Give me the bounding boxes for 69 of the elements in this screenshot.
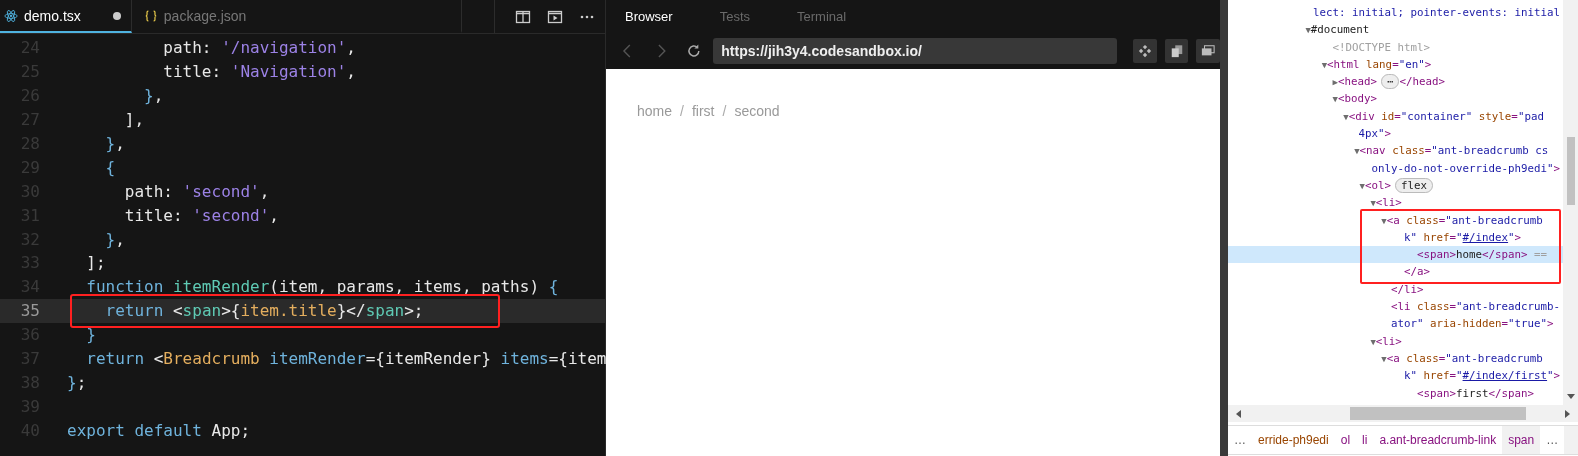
code-line: }, xyxy=(104,134,125,153)
dom-node-line[interactable]: ▼<a class="ant-breadcrumb xyxy=(1228,211,1563,229)
copy-icon xyxy=(1169,44,1184,58)
panel-tab[interactable]: Browser xyxy=(625,9,673,24)
split-editor-icon[interactable] xyxy=(515,8,531,25)
toolbar-button[interactable] xyxy=(1133,39,1157,63)
scrollbar-thumb[interactable] xyxy=(1350,407,1526,420)
dom-node-line[interactable]: 4px"> xyxy=(1228,125,1563,143)
code-line: title: 'Navigation', xyxy=(162,62,356,82)
dom-node-line[interactable]: <span>first</span> xyxy=(1228,384,1563,402)
dom-node-line[interactable]: ▼<ol> flex xyxy=(1228,176,1563,195)
dom-node-line[interactable]: ▼<li> xyxy=(1228,332,1563,350)
code-line: { xyxy=(104,157,116,177)
code-line: title: 'second', xyxy=(123,205,279,225)
breadcrumb-separator: / xyxy=(680,103,684,119)
dom-path-item[interactable]: ol xyxy=(1334,426,1357,454)
diamonds-icon xyxy=(1137,44,1152,58)
dom-node-line[interactable]: ▼#document xyxy=(1228,21,1563,39)
code-line: } xyxy=(85,325,96,345)
dom-node-line[interactable]: </li> xyxy=(1228,280,1563,299)
preview-icon[interactable] xyxy=(547,8,563,25)
editor-tab[interactable]: demo.tsx xyxy=(0,0,132,33)
toolbar-button[interactable] xyxy=(1164,39,1189,63)
editor-tab[interactable]: package.json xyxy=(131,0,462,33)
code-line: path: 'second', xyxy=(123,181,270,201)
scrollbar-thumb[interactable] xyxy=(1566,137,1575,205)
line-number: 35 xyxy=(19,301,40,321)
scroll-down-icon[interactable] xyxy=(1565,391,1576,401)
dom-node-line[interactable]: ▼<li> xyxy=(1228,194,1563,212)
dom-node-line[interactable]: k" href="#/index/first"> xyxy=(1228,367,1563,385)
dom-node-line[interactable]: k" href="#/index"> xyxy=(1228,228,1563,247)
dom-path-item[interactable]: … xyxy=(1540,426,1565,454)
dom-path-item[interactable]: li xyxy=(1356,426,1374,454)
dom-node-line[interactable]: lect: initial; pointer-events: initial xyxy=(1228,4,1563,22)
dom-node-line[interactable]: ▼<nav class="ant-breadcrumb cs xyxy=(1228,142,1563,160)
code-line: return <span>{item.title}</span>; xyxy=(104,301,424,321)
windows-icon xyxy=(1201,44,1216,58)
code-line: }; xyxy=(67,372,87,392)
scroll-right-icon[interactable] xyxy=(1562,408,1572,419)
dom-node-line[interactable]: <li class="ant-breadcrumb- xyxy=(1228,298,1563,316)
code-line: }, xyxy=(143,86,164,106)
code-line: ], xyxy=(123,110,145,130)
dom-node-line[interactable]: only-do-not-override-ph9edi"> xyxy=(1228,159,1563,177)
url-field[interactable]: https://jih3y4.codesandbox.io/ xyxy=(713,38,1118,64)
scroll-left-icon[interactable] xyxy=(1234,408,1244,419)
badge[interactable]: flex xyxy=(1395,177,1434,193)
braces-icon xyxy=(143,8,158,23)
dom-path-item[interactable]: erride-ph9edi xyxy=(1252,426,1335,454)
dom-node-line[interactable]: ▶<head> ⋯ </head> xyxy=(1228,73,1563,91)
code-line: path: '/navigation', xyxy=(162,38,356,58)
toolbar-button[interactable] xyxy=(1196,39,1220,63)
dom-node-line[interactable]: ▼<div id="container" style="pad xyxy=(1228,107,1563,126)
code-line: export default App; xyxy=(67,420,251,440)
dom-node-line[interactable]: ▼<html lang="en"> xyxy=(1228,55,1563,74)
dom-path-item[interactable]: … xyxy=(1228,426,1252,454)
code-line: return <Breadcrumb itemRender={itemRender} items={item xyxy=(85,349,607,368)
dom-node-line[interactable]: ator" aria-hidden="true"> xyxy=(1228,315,1563,333)
unsaved-dot xyxy=(112,11,121,20)
reload-icon[interactable] xyxy=(685,43,702,59)
breadcrumb-separator: / xyxy=(722,103,727,119)
dom-node-line[interactable]: ▼<body> xyxy=(1228,90,1563,108)
dom-path-item[interactable]: a.ant-breadcrumb-link xyxy=(1373,426,1503,454)
atom-icon xyxy=(4,8,18,23)
dom-node-line[interactable]: </a> xyxy=(1228,263,1563,281)
dom-node-line[interactable]: ▼<a class="ant-breadcrumb xyxy=(1228,349,1563,368)
code-line: ]; xyxy=(85,253,106,273)
code-line: }, xyxy=(104,229,125,249)
badge[interactable]: ⋯ xyxy=(1380,74,1400,90)
code-line: function itemRender(item, params, items, paths) { xyxy=(85,277,559,297)
